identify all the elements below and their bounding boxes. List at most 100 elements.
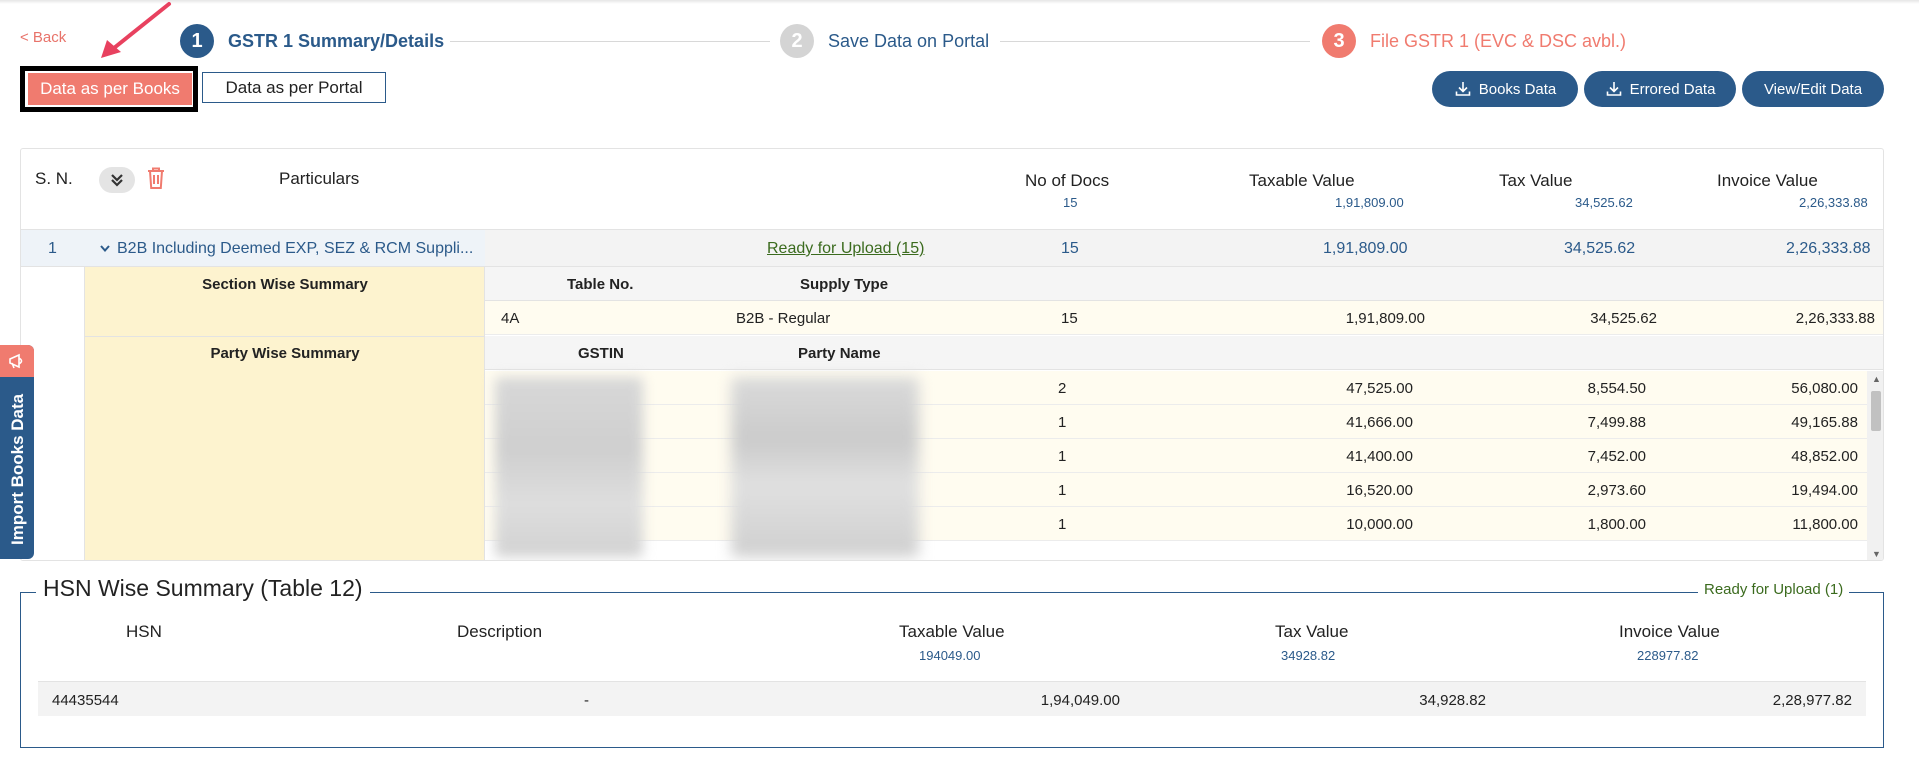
b2b-taxable-value: 1,91,809.00 (1323, 240, 1408, 257)
hsn-table-row: 44435544 - 1,94,049.00 34,928.82 2,28,97… (38, 681, 1866, 716)
download-icon (1606, 82, 1621, 96)
hsn-taxable: 1,94,049.00 (1040, 692, 1120, 709)
total-tax-value: 34,525.62 (1575, 195, 1633, 210)
view-edit-data-button[interactable]: View/Edit Data (1742, 71, 1884, 107)
step-label: Save Data on Portal (828, 30, 990, 51)
b2b-sn: 1 (48, 240, 57, 257)
hsn-description: - (584, 692, 589, 709)
hsn-header-invoice-value: Invoice Value (1619, 622, 1720, 641)
section-docs-value: 15 (1061, 310, 1078, 327)
hsn-header-description: Description (457, 622, 543, 641)
b2b-tax-value: 34,525.62 (1564, 240, 1636, 257)
b2b-ready-for-upload-link[interactable]: Ready for Upload (15) (767, 240, 924, 258)
vertical-scrollbar[interactable]: ▲ ▼ (1867, 371, 1883, 560)
top-shadow (0, 0, 1919, 4)
header-invoice-value: Invoice Value (1717, 171, 1818, 190)
step-summary[interactable]: 1 GSTR 1 Summary/Details (180, 24, 444, 58)
header-taxable-value: Taxable Value (1249, 171, 1355, 190)
party-invoice: 11,800.00 (1792, 516, 1858, 533)
hsn-total-tax-value: 34928.82 (1281, 648, 1336, 663)
errored-data-label: Errored Data (1629, 80, 1716, 98)
stepper-line (1000, 41, 1310, 42)
collapse-all-button[interactable] (99, 167, 135, 193)
header-tax-value: Tax Value (1499, 171, 1573, 190)
party-taxable: 47,525.00 (1346, 380, 1413, 397)
step-save-portal[interactable]: 2 Save Data on Portal (780, 24, 989, 58)
party-wise-rows[interactable]: 2 47,525.00 8,554.50 56,080.00 1 41,666.… (485, 371, 1883, 560)
megaphone-icon (9, 353, 23, 369)
table-row: 1 41,400.00 7,452.00 48,852.00 (485, 439, 1867, 473)
party-docs: 1 (1058, 414, 1067, 431)
stepper-line (450, 41, 770, 42)
total-taxable-value: 1,91,809.00 (1335, 195, 1404, 210)
header-party-name: Party Name (798, 345, 881, 362)
header-sn: S. N. (35, 169, 73, 188)
step-number: 1 (180, 24, 214, 58)
b2b-particulars: B2B Including Deemed EXP, SEZ & RCM Supp… (117, 240, 474, 257)
party-wise-summary-title: Party Wise Summary (210, 345, 360, 362)
party-docs: 1 (1058, 448, 1067, 465)
back-link[interactable]: < Back (20, 29, 66, 46)
hsn-header-tax-value: Tax Value (1275, 622, 1349, 641)
hsn-ready-for-upload: Ready for Upload (1) (1698, 581, 1850, 598)
party-taxable: 41,400.00 (1346, 448, 1413, 465)
section-wise-header: Table No. Supply Type (485, 267, 1883, 301)
summary-table: S. N. Particulars No of Docs 15 Taxable … (20, 148, 1884, 561)
step-number: 2 (780, 24, 814, 58)
hsn-total-taxable-value: 194049.00 (919, 648, 981, 663)
header-no-of-docs: No of Docs (1025, 171, 1110, 190)
hsn-code: 44435544 (52, 692, 119, 709)
party-docs: 1 (1058, 482, 1067, 499)
step-label: File GSTR 1 (EVC & DSC avbl.) (1370, 30, 1627, 51)
trash-icon[interactable] (145, 166, 167, 190)
header-supply-type: Supply Type (800, 276, 889, 293)
hsn-header-hsn: HSN (126, 622, 162, 641)
header-table-no: Table No. (567, 276, 634, 293)
redacted-gstin (495, 377, 643, 557)
import-books-data-tab[interactable]: Import Books Data (0, 345, 34, 559)
books-data-button[interactable]: Books Data (1432, 71, 1578, 107)
table-row: 1 16,520.00 2,973.60 19,494.00 (485, 473, 1867, 507)
hsn-tax: 34,928.82 (1419, 692, 1486, 709)
party-tax: 7,499.88 (1587, 414, 1646, 431)
table-row: 2 47,525.00 8,554.50 56,080.00 (485, 371, 1867, 405)
table-row: 1 41,666.00 7,499.88 49,165.88 (485, 405, 1867, 439)
hsn-invoice: 2,28,977.82 (1772, 692, 1852, 709)
party-docs: 2 (1058, 380, 1067, 397)
total-invoice-value: 2,26,333.88 (1799, 195, 1868, 210)
scroll-down-icon[interactable]: ▼ (1872, 549, 1881, 559)
b2b-invoice-value: 2,26,333.88 (1786, 240, 1871, 257)
step-label: GSTR 1 Summary/Details (228, 30, 445, 51)
party-tax: 7,452.00 (1587, 448, 1646, 465)
party-taxable: 16,520.00 (1346, 482, 1413, 499)
scroll-up-icon[interactable]: ▲ (1872, 374, 1881, 384)
double-chevron-down-icon (111, 174, 123, 187)
party-invoice: 49,165.88 (1791, 414, 1858, 431)
books-data-label: Books Data (1478, 80, 1557, 98)
redacted-party-name (731, 377, 919, 557)
divider (85, 336, 549, 337)
b2b-row[interactable]: 1 B2B Including Deemed EXP, SEZ & RCM Su… (21, 229, 1883, 267)
party-invoice: 56,080.00 (1791, 380, 1858, 397)
section-tax-value: 34,525.62 (1590, 310, 1657, 327)
chevron-down-icon[interactable] (99, 244, 111, 254)
scrollbar-thumb[interactable] (1871, 391, 1881, 431)
tab-header (0, 345, 34, 377)
header-gstin: GSTIN (578, 345, 624, 362)
download-icon (1455, 82, 1471, 96)
party-tax: 2,973.60 (1587, 482, 1646, 499)
hsn-summary-box (20, 592, 1884, 748)
data-as-per-books-button[interactable]: Data as per Books (28, 73, 192, 105)
errored-data-button[interactable]: Errored Data (1584, 71, 1736, 107)
section-invoice-value: 2,26,333.88 (1795, 310, 1875, 327)
section-wise-row: 4A B2B - Regular 15 1,91,809.00 34,525.6… (485, 301, 1883, 335)
step-file-gstr[interactable]: 3 File GSTR 1 (EVC & DSC avbl.) (1322, 24, 1626, 58)
b2b-no-of-docs: 15 (1061, 240, 1079, 257)
section-wise-summary-title: Section Wise Summary (202, 276, 368, 293)
party-invoice: 48,852.00 (1791, 448, 1858, 465)
header-particulars: Particulars (279, 169, 360, 188)
section-taxable-value: 1,91,809.00 (1345, 310, 1425, 327)
data-as-per-portal-button[interactable]: Data as per Portal (202, 72, 386, 103)
party-docs: 1 (1058, 516, 1067, 533)
party-invoice: 19,494.00 (1791, 482, 1858, 499)
